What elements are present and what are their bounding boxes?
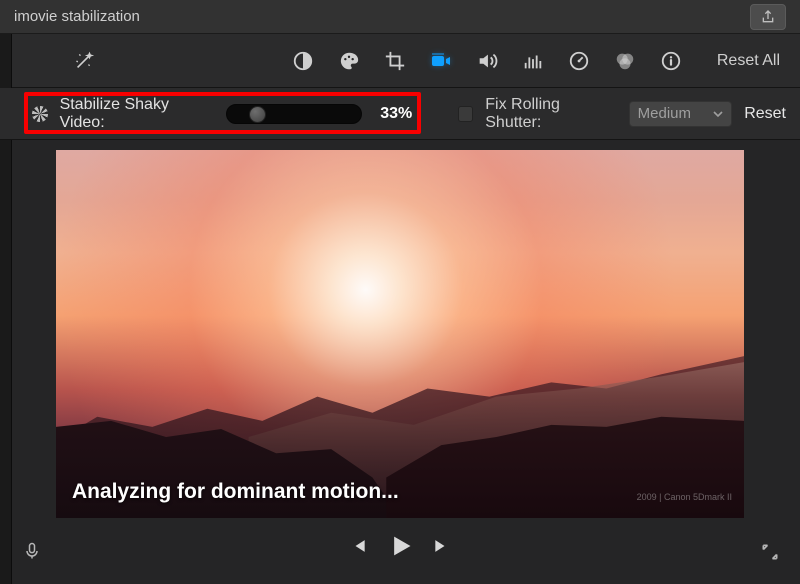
play-button[interactable] — [386, 532, 414, 560]
stabilization-options-row: Stabilize Shaky Video: 33% Fix Rolling S… — [0, 88, 800, 140]
volume-icon[interactable] — [473, 47, 501, 75]
equalizer-icon[interactable] — [519, 47, 547, 75]
filters-icon[interactable] — [611, 47, 639, 75]
window-titlebar: imovie stabilization — [0, 0, 800, 34]
rolling-shutter-value: Medium — [638, 105, 691, 122]
speedometer-icon[interactable] — [565, 47, 593, 75]
inspector-toolbar: Reset All — [0, 34, 800, 88]
reset-button[interactable]: Reset — [744, 105, 786, 123]
info-icon[interactable] — [657, 47, 685, 75]
stabilize-slider-thumb[interactable] — [249, 106, 266, 123]
voiceover-mic-button[interactable] — [22, 540, 42, 562]
fix-rolling-shutter-label: Fix Rolling Shutter: — [485, 96, 616, 132]
stabilize-label: Stabilize Shaky Video: — [60, 96, 215, 132]
color-palette-icon[interactable] — [335, 47, 363, 75]
share-button[interactable] — [750, 4, 786, 30]
next-button[interactable] — [432, 536, 452, 556]
processing-spinner-icon — [32, 106, 48, 122]
crop-icon[interactable] — [381, 47, 409, 75]
rolling-shutter-dropdown[interactable]: Medium — [629, 101, 733, 127]
reset-all-button[interactable]: Reset All — [717, 52, 780, 70]
window-title: imovie stabilization — [14, 8, 140, 25]
previous-button[interactable] — [348, 536, 368, 556]
fullscreen-button[interactable] — [760, 542, 780, 562]
analysis-status-text: Analyzing for dominant motion... — [72, 480, 399, 504]
stabilize-icon[interactable] — [427, 47, 455, 75]
stabilize-slider[interactable] — [226, 104, 362, 124]
share-icon — [760, 9, 776, 25]
color-balance-icon[interactable] — [289, 47, 317, 75]
fix-rolling-shutter-checkbox[interactable] — [458, 106, 474, 122]
magic-wand-icon[interactable] — [70, 47, 98, 75]
chevron-down-icon — [713, 109, 723, 119]
viewer-area: Analyzing for dominant motion... 2009 | … — [0, 140, 800, 518]
stabilize-value: 33% — [380, 105, 412, 123]
playback-controls — [0, 518, 800, 574]
preview-watermark: 2009 | Canon 5Dmark II — [637, 492, 732, 502]
video-preview[interactable]: Analyzing for dominant motion... 2009 | … — [56, 150, 744, 518]
